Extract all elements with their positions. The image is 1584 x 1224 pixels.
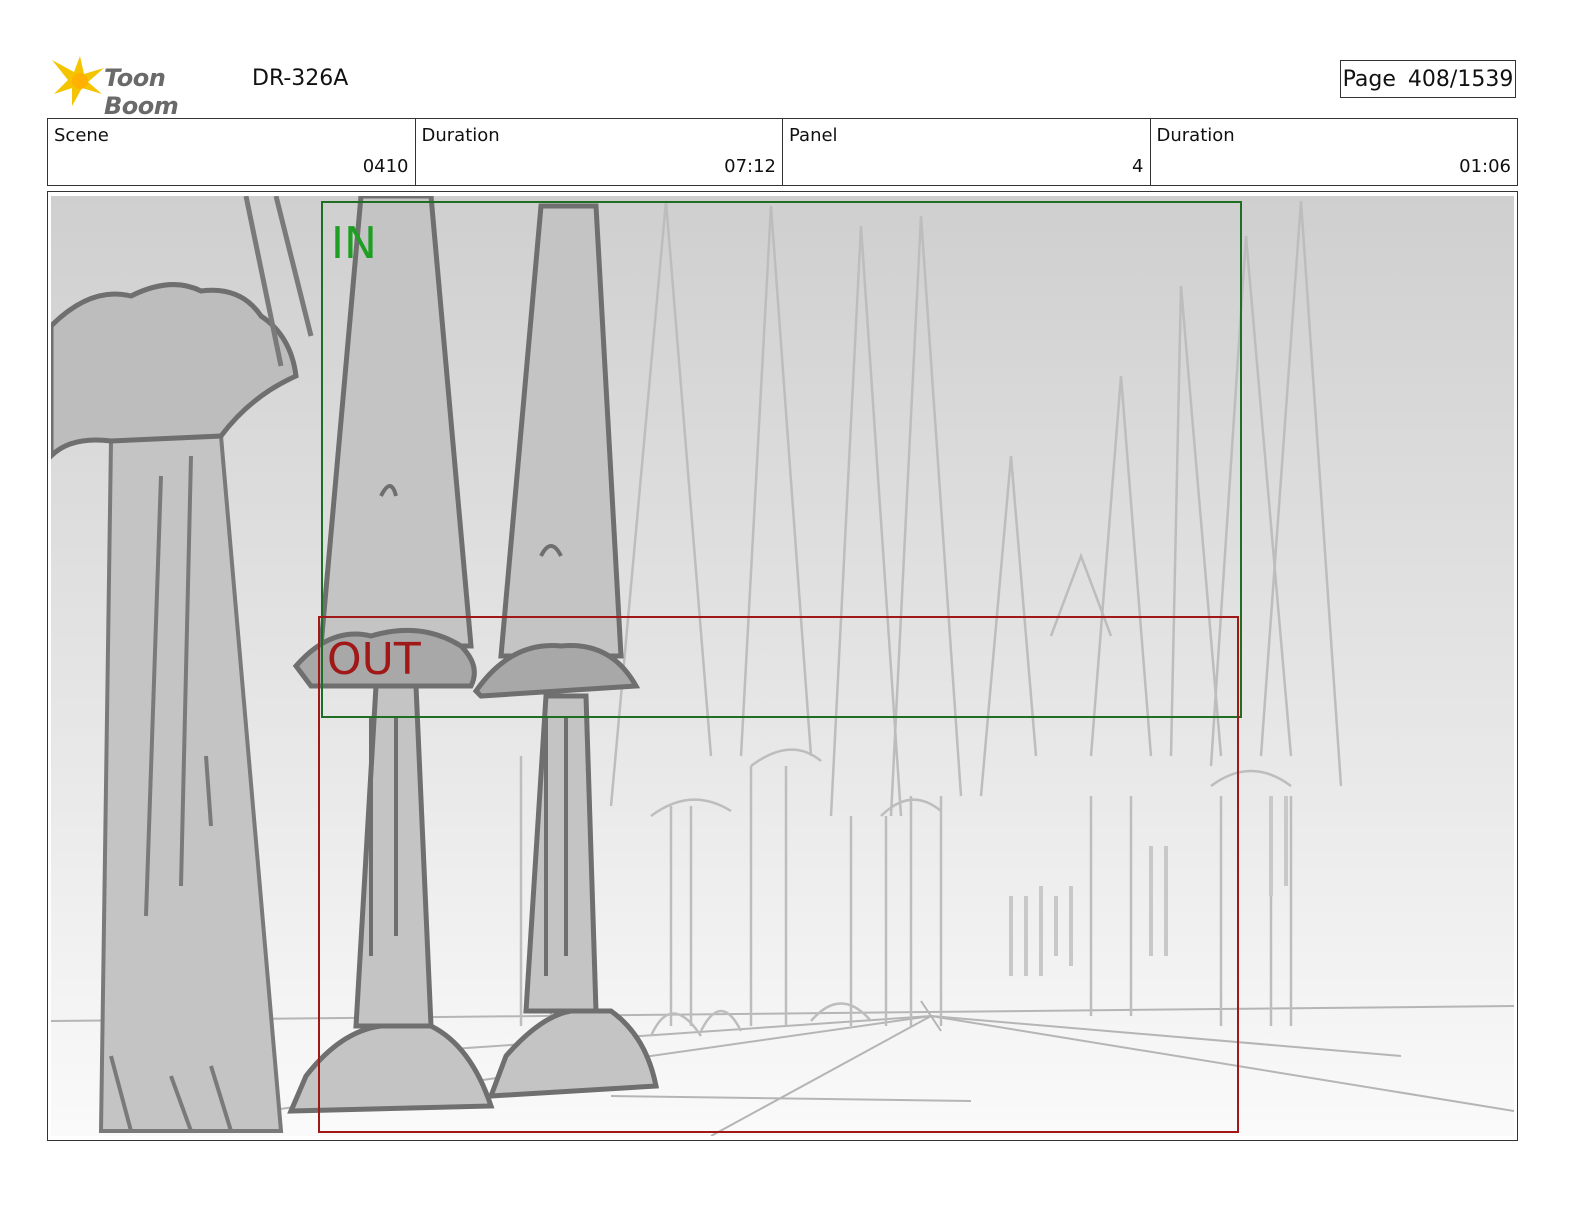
storyboard-panel: IN OUT	[47, 191, 1518, 1141]
page-label: Page	[1342, 66, 1396, 92]
page-indicator: Page 408/1539	[1340, 60, 1516, 98]
panel-drawing: IN OUT	[51, 196, 1514, 1136]
panel-duration-cell: Duration 01:06	[1151, 119, 1518, 185]
scene-duration-label: Duration	[421, 125, 500, 146]
in-frame-label: IN	[331, 218, 377, 269]
panel-cell: Panel 4	[783, 119, 1151, 185]
scene-duration-value: 07:12	[724, 156, 776, 177]
scene-cell: Scene 0410	[48, 119, 416, 185]
scene-label: Scene	[54, 125, 109, 146]
scene-duration-cell: Duration 07:12	[416, 119, 783, 185]
logo-text: Toon Boom	[104, 64, 179, 120]
panel-duration-value: 01:06	[1459, 156, 1511, 177]
scene-value: 0410	[362, 156, 409, 177]
production-code: DR-326A	[252, 66, 349, 91]
page-number: 408/1539	[1407, 66, 1514, 92]
star-burst-icon	[52, 56, 104, 106]
toon-boom-logo: Toon Boom	[50, 52, 240, 120]
panel-duration-label: Duration	[1156, 125, 1235, 146]
panel-label: Panel	[789, 125, 838, 146]
panel-value: 4	[1132, 156, 1144, 177]
out-frame-label: OUT	[327, 634, 421, 685]
info-bar: Scene 0410 Duration 07:12 Panel 4 Durati…	[47, 118, 1518, 186]
